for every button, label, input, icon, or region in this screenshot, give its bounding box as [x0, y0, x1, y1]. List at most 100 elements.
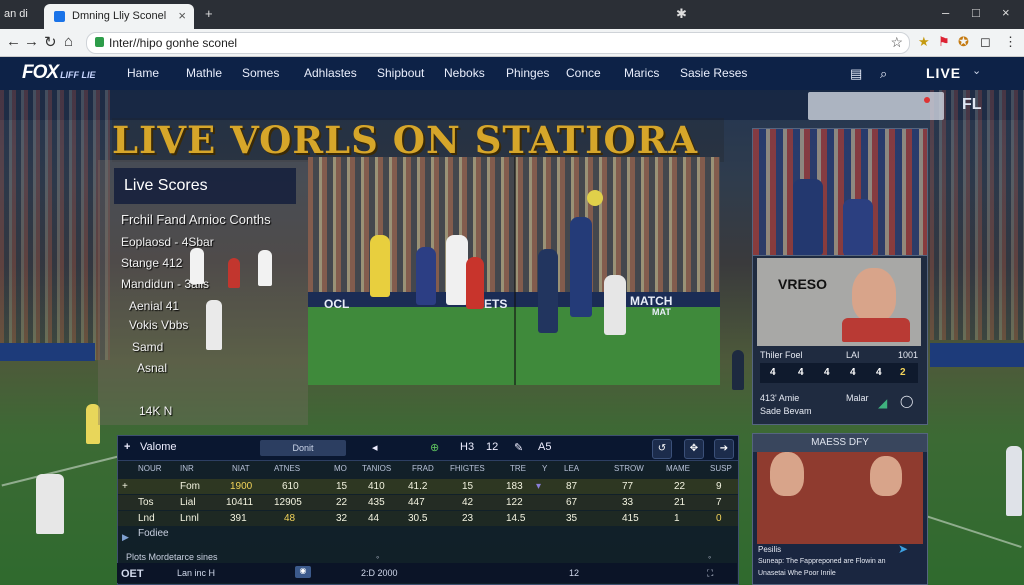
crowd-right [930, 90, 1024, 340]
address-toolbar: ← → ↻ ⌂ Inter//hipo gonhe sconel ☆ ★ ⚑ ✪… [0, 29, 1024, 57]
browser-menu-icon[interactable]: ⋮ [1004, 34, 1017, 50]
bookmark-star-icon[interactable]: ☆ [890, 34, 903, 51]
nav-item-adhlastes[interactable]: Adhlastes [304, 66, 357, 80]
news-icon[interactable]: ▤ [850, 66, 862, 82]
table-cell: Lnnl [180, 513, 199, 524]
share-icon[interactable]: ➤ [898, 542, 908, 556]
close-window-icon[interactable]: × [1002, 5, 1010, 20]
table-row[interactable]: Tos Lial 10411 12905 22 435 447 42 122 6… [118, 495, 738, 510]
window-title: an di [4, 8, 28, 20]
table-cell: 391 [230, 513, 247, 524]
forward-icon[interactable]: → [24, 33, 39, 50]
extension-star-icon[interactable]: ★ [918, 34, 930, 50]
person-shirt [842, 318, 910, 342]
table-cell: 48 [284, 513, 296, 524]
browser-tab-strip: an di Dmning Lliy Sconel × + ✱ – □ × [0, 0, 1024, 29]
stats-title: Valome [140, 441, 177, 453]
mini-score-value: 4 [770, 367, 776, 378]
table-row[interactable]: + Fom 1900 610 15 410 41.2 15 183 ▾ 87 7… [118, 479, 738, 494]
plus-icon[interactable]: ⊕ [430, 441, 439, 454]
live-menu-label[interactable]: LIVE [926, 65, 961, 81]
close-tab-icon[interactable]: × [178, 8, 186, 23]
side-photo-card[interactable] [752, 128, 928, 257]
nav-item-conce[interactable]: Conce [566, 66, 601, 80]
mini-scoreboard: 4 4 4 4 4 2 [760, 363, 918, 383]
table-cell: 30.5 [408, 513, 428, 524]
timeline-label: 2:D 2000 [361, 568, 398, 578]
score-line: Frchil Fand Arnioc Conths [121, 212, 271, 227]
athlete-figure [538, 249, 558, 333]
table-cell: 415 [622, 513, 639, 524]
info-ring-icon[interactable]: ◯ [900, 394, 913, 408]
search-icon[interactable]: ⌕ [880, 66, 887, 82]
column-header: FHIGTES [450, 464, 485, 473]
play-icon[interactable]: ▶ [122, 532, 129, 543]
new-tab-icon[interactable]: + [205, 6, 213, 21]
timeline-scrubber[interactable]: ◉ [295, 566, 311, 578]
chevron-down-icon[interactable]: ⌄ [972, 64, 981, 77]
maximize-icon[interactable]: □ [972, 5, 980, 20]
adboard-text: OCL [324, 297, 350, 311]
match-video-player[interactable]: OCL ETS MATCH MAT [308, 157, 720, 385]
table-cell: 44 [368, 513, 380, 524]
nav-item-shipbout[interactable]: Shipbout [377, 66, 424, 80]
stats-bar-item[interactable]: 12 [486, 441, 498, 453]
back-icon[interactable]: ← [6, 33, 21, 50]
nav-item-mathle[interactable]: Mathle [186, 66, 222, 80]
settings-icon[interactable]: ✥ [684, 439, 704, 459]
reload-icon[interactable]: ↻ [44, 33, 57, 51]
extension-puzzle-icon[interactable]: ✱ [676, 6, 687, 22]
table-cell: 1 [674, 513, 680, 524]
edit-icon[interactable]: ✎ [514, 441, 523, 454]
player-figure [36, 474, 64, 534]
table-row[interactable]: Lnd Lnnl 391 48 32 44 30.5 23 14.5 35 41… [118, 511, 738, 526]
site-logo[interactable]: FOX LIFF LIE [22, 62, 96, 84]
table-cell: 23 [462, 513, 474, 524]
row-label: Tos [138, 497, 154, 508]
column-header: TANIOS [362, 464, 392, 473]
refresh-icon[interactable]: ↺ [652, 439, 672, 459]
timeline-label: 12 [569, 568, 580, 578]
logo-text: FOX [22, 62, 59, 83]
timeline-label: OET [121, 568, 144, 580]
nav-item-hame[interactable]: Hame [127, 66, 159, 80]
fullscreen-icon[interactable]: ⛶ [707, 568, 713, 579]
extension-flag-icon[interactable]: ⚑ [938, 34, 950, 50]
stats-filter-pill[interactable]: Donit [260, 440, 346, 456]
video-timeline[interactable]: OET Lan inc H ◉ 2:D 2000 12 ⛶ [117, 563, 737, 583]
home-icon[interactable]: ⌂ [64, 33, 73, 50]
nav-item-somes[interactable]: Somes [242, 66, 279, 80]
nav-item-phinges[interactable]: Phinges [506, 66, 549, 80]
table-cell: 0 [716, 513, 722, 524]
prev-icon[interactable]: ◂ [372, 441, 378, 454]
browser-tab-active[interactable]: Dmning Lliy Sconel × [44, 4, 194, 29]
address-bar[interactable]: Inter//hipo gonhe sconel ☆ [86, 32, 910, 54]
football-ball [587, 190, 603, 206]
table-cell: 15 [336, 481, 348, 492]
recording-dot-icon [924, 97, 930, 103]
feature-card-title: MAESS DFY [753, 434, 927, 452]
table-cell: 67 [566, 497, 578, 508]
nav-item-sasie-reses[interactable]: Sasie Reses [680, 66, 747, 80]
extension-shield-icon[interactable]: ◻ [980, 34, 991, 50]
extension-badge-icon[interactable]: ✪ [958, 34, 969, 50]
adboard-text: ETS [484, 297, 508, 311]
arrow-icon[interactable]: ➔ [714, 439, 734, 459]
table-cell: 9 [716, 481, 722, 492]
side-video-label: VRESO [778, 276, 828, 292]
leaf-icon[interactable]: ◢ [878, 396, 887, 410]
nav-item-neboks[interactable]: Neboks [444, 66, 485, 80]
table-cell: 41.2 [408, 481, 428, 492]
stats-bar-item[interactable]: A5 [538, 441, 551, 453]
column-header: NIAT [232, 464, 250, 473]
url-text[interactable]: Inter//hipo gonhe sconel [109, 36, 237, 50]
add-icon[interactable]: + [124, 441, 130, 453]
stats-bar-item[interactable]: H3 [460, 441, 474, 453]
minimize-icon[interactable]: – [942, 5, 949, 20]
card-row-value: LAI [846, 350, 860, 360]
column-header: TRE [510, 464, 526, 473]
table-cell: 183 [506, 481, 523, 492]
nav-item-marics[interactable]: Marics [624, 66, 659, 80]
table-cell: 87 [566, 481, 578, 492]
column-header: INR [180, 464, 194, 473]
